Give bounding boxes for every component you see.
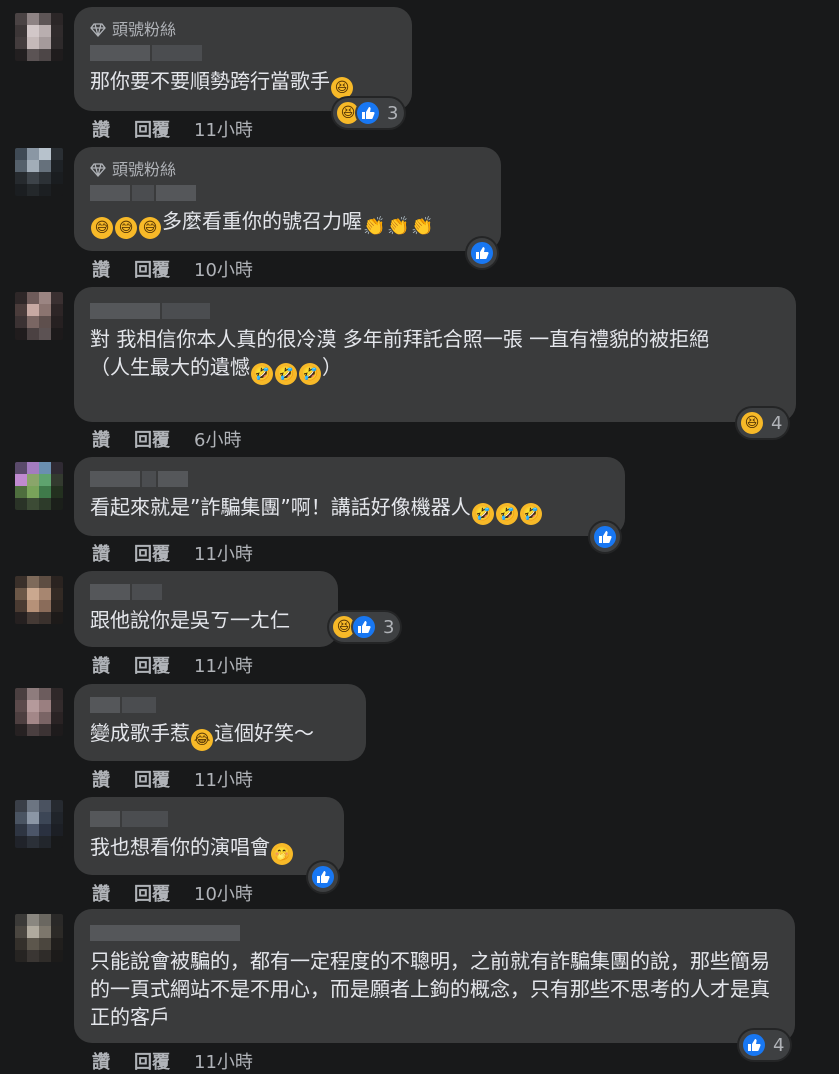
rofl-emoji-icon: 🤣 xyxy=(519,503,542,525)
avatar[interactable] xyxy=(15,13,63,61)
diamond-icon xyxy=(90,163,106,177)
rofl-emoji-icon: 🤣 xyxy=(299,363,321,385)
comment-bubble: 變成歌手惹 😂 這個好笑～ xyxy=(74,684,366,761)
comment-text: 只能說會被騙的，都有一定程度的不聰明，之前就有詐騙集團的說，那些簡易的一頁式網站… xyxy=(90,949,770,1029)
reaction-summary[interactable] xyxy=(308,862,338,892)
comment-bubble: 只能說會被騙的，都有一定程度的不聰明，之前就有詐騙集團的說，那些簡易的一頁式網站… xyxy=(74,909,795,1043)
comment-text: 變成歌手惹 😂 這個好笑～ xyxy=(90,719,350,751)
avatar[interactable] xyxy=(15,914,63,962)
comment-actions: 讚 回覆 11小時 xyxy=(92,1048,253,1074)
timestamp[interactable]: 11小時 xyxy=(194,1048,253,1074)
reply-link[interactable]: 回覆 xyxy=(134,256,170,282)
avatar[interactable] xyxy=(15,576,63,624)
reaction-summary[interactable] xyxy=(590,522,620,552)
reply-link[interactable]: 回覆 xyxy=(134,540,170,566)
top-fan-badge: 頭號粉絲 xyxy=(90,159,485,181)
comment-actions: 讚 回覆 11小時 xyxy=(92,766,253,792)
like-link[interactable]: 讚 xyxy=(92,116,110,142)
like-link[interactable]: 讚 xyxy=(92,652,110,678)
reaction-summary[interactable]: 4 xyxy=(739,1030,791,1060)
timestamp[interactable]: 11小時 xyxy=(194,652,253,678)
comment-text: 跟他說你是吳ㄎ一ㄤ仁 xyxy=(90,608,290,632)
timestamp[interactable]: 11小時 xyxy=(194,766,253,792)
timestamp[interactable]: 11小時 xyxy=(194,540,253,566)
reaction-summary[interactable]: 😆 3 xyxy=(333,98,405,128)
rofl-emoji-icon: 🤣 xyxy=(251,363,273,385)
author-name-blurred xyxy=(90,584,322,600)
top-fan-badge: 頭號粉絲 xyxy=(90,19,396,41)
like-reaction-icon xyxy=(355,100,381,126)
like-link[interactable]: 讚 xyxy=(92,256,110,282)
reply-link[interactable]: 回覆 xyxy=(134,652,170,678)
clap-emoji-icon: 👏 xyxy=(387,216,410,237)
haha-reaction-icon: 😆 xyxy=(739,410,765,436)
author-name-blurred xyxy=(90,185,485,201)
avatar[interactable] xyxy=(15,462,63,510)
hushed-face-emoji-icon: 🤭 xyxy=(271,843,293,865)
like-reaction-icon xyxy=(469,240,495,266)
comment-text: 那你要不要順勢跨行當歌手 😆 xyxy=(90,67,396,99)
comment-bubble: 跟他說你是吳ㄎ一ㄤ仁 xyxy=(74,571,338,647)
like-link[interactable]: 讚 xyxy=(92,880,110,906)
author-name-blurred xyxy=(90,45,396,61)
author-name-blurred xyxy=(90,811,328,827)
joy-emoji-icon: 😂 xyxy=(191,729,213,751)
like-reaction-icon xyxy=(592,524,618,550)
reply-link[interactable]: 回覆 xyxy=(134,116,170,142)
comment-text: 對 我相信你本人真的很冷漠 多年前拜託合照一張 一直有禮貌的被拒絕 （人生最大的… xyxy=(90,325,780,385)
comment-bubble: 看起來就是”詐騙集團”啊！講話好像機器人 🤣 🤣 🤣 xyxy=(74,457,625,536)
timestamp[interactable]: 11小時 xyxy=(194,116,253,142)
comment-actions: 讚 回覆 11小時 xyxy=(92,540,253,566)
reply-link[interactable]: 回覆 xyxy=(134,766,170,792)
sweat-smile-emoji-icon: 😅 xyxy=(139,217,161,239)
timestamp[interactable]: 10小時 xyxy=(194,256,253,282)
clap-emoji-icon: 👏 xyxy=(411,216,434,237)
rofl-emoji-icon: 🤣 xyxy=(471,503,494,525)
reply-link[interactable]: 回覆 xyxy=(134,1048,170,1074)
comment-text: 看起來就是”詐騙集團”啊！講話好像機器人 🤣 🤣 🤣 xyxy=(90,493,609,525)
comment-bubble: 我也想看你的演唱會 🤭 xyxy=(74,797,344,875)
like-reaction-icon xyxy=(741,1032,767,1058)
author-name-blurred xyxy=(90,697,350,713)
reaction-summary[interactable]: 😆 3 xyxy=(329,612,401,642)
comment-bubble: 頭號粉絲 那你要不要順勢跨行當歌手 😆 xyxy=(74,7,412,111)
comment-bubble: 對 我相信你本人真的很冷漠 多年前拜託合照一張 一直有禮貌的被拒絕 （人生最大的… xyxy=(74,287,796,422)
comment-actions: 讚 回覆 10小時 xyxy=(92,880,253,906)
like-link[interactable]: 讚 xyxy=(92,426,110,452)
avatar[interactable] xyxy=(15,292,63,340)
comment-actions: 讚 回覆 6小時 xyxy=(92,426,241,452)
rofl-emoji-icon: 🤣 xyxy=(275,363,297,385)
timestamp[interactable]: 6小時 xyxy=(194,426,241,452)
like-reaction-icon xyxy=(351,614,377,640)
like-reaction-icon xyxy=(310,864,336,890)
author-name-blurred xyxy=(90,471,609,487)
grinning-squint-emoji-icon: 😆 xyxy=(331,77,353,99)
like-link[interactable]: 讚 xyxy=(92,766,110,792)
comment-bubble: 頭號粉絲 😅 😅 😅 多麼看重你的號召力喔👏👏👏 xyxy=(74,147,501,251)
comment-actions: 讚 回覆 11小時 xyxy=(92,116,253,142)
comment-actions: 讚 回覆 10小時 xyxy=(92,256,253,282)
comment-text: 我也想看你的演唱會 🤭 xyxy=(90,833,328,865)
like-link[interactable]: 讚 xyxy=(92,1048,110,1074)
like-link[interactable]: 讚 xyxy=(92,540,110,566)
avatar[interactable] xyxy=(15,148,63,196)
author-name-blurred xyxy=(90,925,779,941)
reply-link[interactable]: 回覆 xyxy=(134,426,170,452)
avatar[interactable] xyxy=(15,688,63,736)
reply-link[interactable]: 回覆 xyxy=(134,880,170,906)
sweat-smile-emoji-icon: 😅 xyxy=(115,217,137,239)
comment-actions: 讚 回覆 11小時 xyxy=(92,652,253,678)
author-name-blurred xyxy=(90,303,780,319)
comment-text: 😅 😅 😅 多麼看重你的號召力喔👏👏👏 xyxy=(90,207,485,239)
reaction-summary[interactable]: 😆 4 xyxy=(737,408,789,438)
rofl-emoji-icon: 🤣 xyxy=(495,503,518,525)
diamond-icon xyxy=(90,23,106,37)
reaction-summary[interactable] xyxy=(467,238,497,268)
timestamp[interactable]: 10小時 xyxy=(194,880,253,906)
sweat-smile-emoji-icon: 😅 xyxy=(91,217,113,239)
clap-emoji-icon: 👏 xyxy=(363,216,386,237)
avatar[interactable] xyxy=(15,800,63,848)
